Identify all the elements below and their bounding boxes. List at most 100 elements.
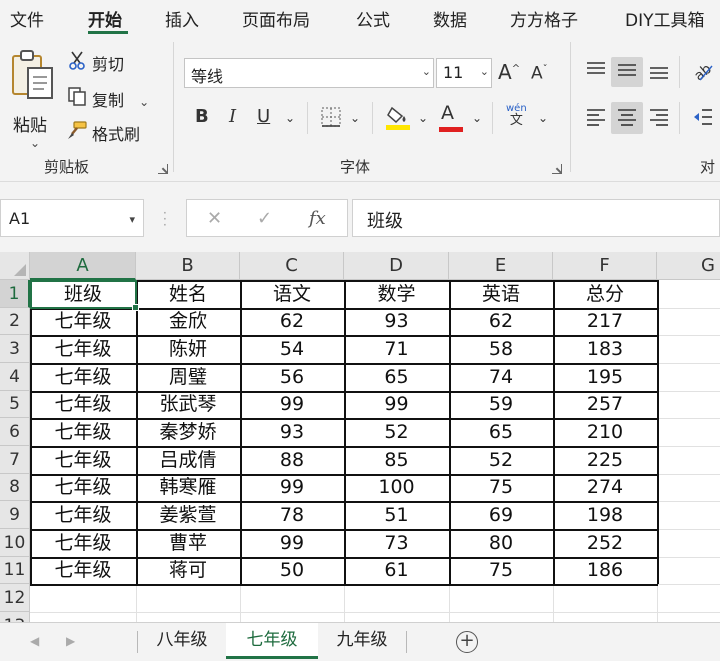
table-cell[interactable]: 198 xyxy=(553,501,657,529)
chevron-down-icon[interactable]: ▾ xyxy=(129,213,135,226)
column-header[interactable]: A xyxy=(30,252,136,280)
orientation-button[interactable]: ab xyxy=(691,60,715,86)
table-cell[interactable]: 183 xyxy=(553,335,657,363)
next-sheet-icon[interactable]: ▶ xyxy=(66,634,75,648)
font-name-select[interactable]: 等线 ⌄ xyxy=(184,58,434,88)
chevron-down-icon[interactable]: ⌄ xyxy=(418,112,428,124)
table-cell[interactable]: 54 xyxy=(240,335,344,363)
chevron-down-icon[interactable]: ⌄ xyxy=(538,112,548,124)
table-cell[interactable]: 257 xyxy=(553,391,657,418)
table-cell[interactable]: 65 xyxy=(344,363,449,391)
chevron-down-icon[interactable]: ⌄ xyxy=(285,112,295,124)
font-color-button[interactable]: A xyxy=(439,104,463,132)
header-cell[interactable]: 英语 xyxy=(449,280,553,308)
chevron-down-icon[interactable]: ⌄ xyxy=(350,112,360,124)
menu-file[interactable]: 文件 xyxy=(10,6,44,31)
table-cell[interactable]: 七年级 xyxy=(30,335,136,363)
table-cell[interactable]: 186 xyxy=(553,557,657,584)
header-cell[interactable]: 数学 xyxy=(344,280,449,308)
row-header[interactable]: 2 xyxy=(0,308,30,335)
cancel-icon[interactable]: ✕ xyxy=(207,208,222,229)
table-cell[interactable]: 七年级 xyxy=(30,363,136,391)
table-cell[interactable]: 七年级 xyxy=(30,446,136,474)
sheet-tab-grade9[interactable]: 九年级 xyxy=(318,623,406,659)
table-cell[interactable]: 62 xyxy=(449,308,553,335)
header-cell[interactable]: 姓名 xyxy=(136,280,240,308)
select-all-button[interactable] xyxy=(0,252,30,280)
menu-diy-toolbox[interactable]: DIY工具箱 xyxy=(625,6,705,31)
table-cell[interactable]: 99 xyxy=(240,529,344,557)
phonetic-guide-button[interactable]: wén 文 xyxy=(506,104,527,128)
table-cell[interactable]: 65 xyxy=(449,418,553,446)
table-cell[interactable]: 74 xyxy=(449,363,553,391)
chevron-down-icon[interactable]: ⌄ xyxy=(139,95,149,109)
table-cell[interactable]: 100 xyxy=(344,474,449,501)
paste-button[interactable]: 粘贴 ⌄ xyxy=(8,48,58,158)
fill-handle[interactable] xyxy=(132,304,139,311)
table-cell[interactable]: 姜紫萱 xyxy=(136,501,240,529)
table-cell[interactable]: 七年级 xyxy=(30,391,136,418)
table-cell[interactable]: 73 xyxy=(344,529,449,557)
table-cell[interactable]: 陈妍 xyxy=(136,335,240,363)
table-cell[interactable]: 张武琴 xyxy=(136,391,240,418)
formula-input[interactable]: 班级 xyxy=(352,199,720,237)
table-cell[interactable]: 217 xyxy=(553,308,657,335)
row-header[interactable]: 13 xyxy=(0,612,30,622)
header-cell[interactable]: 班级 xyxy=(30,280,136,308)
align-left-button[interactable] xyxy=(585,106,607,132)
table-cell[interactable]: 52 xyxy=(449,446,553,474)
prev-sheet-icon[interactable]: ◀ xyxy=(30,634,39,648)
format-painter-button[interactable]: 格式刷 xyxy=(66,120,140,145)
dialog-launcher-icon[interactable] xyxy=(552,164,562,174)
table-cell[interactable]: 195 xyxy=(553,363,657,391)
italic-button[interactable]: I xyxy=(229,108,236,126)
bold-button[interactable]: B xyxy=(195,108,209,126)
row-header[interactable]: 1 xyxy=(0,280,30,308)
table-cell[interactable]: 93 xyxy=(344,308,449,335)
table-cell[interactable]: 71 xyxy=(344,335,449,363)
table-cell[interactable]: 七年级 xyxy=(30,308,136,335)
row-header[interactable]: 12 xyxy=(0,584,30,612)
menu-formulas[interactable]: 公式 xyxy=(356,6,390,31)
row-header[interactable]: 4 xyxy=(0,363,30,391)
table-cell[interactable]: 93 xyxy=(240,418,344,446)
table-cell[interactable]: 七年级 xyxy=(30,501,136,529)
table-cell[interactable]: 61 xyxy=(344,557,449,584)
table-cell[interactable]: 225 xyxy=(553,446,657,474)
table-cell[interactable]: 韩寒雁 xyxy=(136,474,240,501)
table-cell[interactable]: 七年级 xyxy=(30,418,136,446)
row-header[interactable]: 6 xyxy=(0,418,30,446)
table-cell[interactable]: 210 xyxy=(553,418,657,446)
menu-data[interactable]: 数据 xyxy=(433,6,467,31)
table-cell[interactable]: 51 xyxy=(344,501,449,529)
table-cell[interactable]: 75 xyxy=(449,474,553,501)
table-cell[interactable]: 69 xyxy=(449,501,553,529)
menu-insert[interactable]: 插入 xyxy=(165,6,199,31)
underline-button[interactable]: U xyxy=(257,108,270,126)
decrease-font-size-button[interactable]: Aˇ xyxy=(531,65,548,83)
header-cell[interactable]: 语文 xyxy=(240,280,344,308)
table-cell[interactable]: 七年级 xyxy=(30,557,136,584)
row-header[interactable]: 3 xyxy=(0,335,30,363)
menu-fangfang[interactable]: 方方格子 xyxy=(510,6,578,31)
decrease-indent-button[interactable] xyxy=(692,106,714,132)
enter-icon[interactable]: ✓ xyxy=(257,208,272,229)
table-cell[interactable]: 曹苹 xyxy=(136,529,240,557)
column-header[interactable]: E xyxy=(449,252,553,280)
align-right-button[interactable] xyxy=(648,106,670,132)
name-box[interactable]: A1 ▾ xyxy=(0,199,144,237)
row-header[interactable]: 5 xyxy=(0,391,30,418)
table-cell[interactable]: 七年级 xyxy=(30,474,136,501)
table-cell[interactable]: 56 xyxy=(240,363,344,391)
row-header[interactable]: 10 xyxy=(0,529,30,557)
align-top-button[interactable] xyxy=(585,60,607,84)
table-cell[interactable]: 99 xyxy=(344,391,449,418)
table-cell[interactable]: 蒋可 xyxy=(136,557,240,584)
table-cell[interactable]: 秦梦娇 xyxy=(136,418,240,446)
table-cell[interactable]: 85 xyxy=(344,446,449,474)
column-header[interactable]: G xyxy=(657,252,720,280)
header-cell[interactable]: 总分 xyxy=(553,280,657,308)
column-header[interactable]: D xyxy=(344,252,449,280)
column-header[interactable]: F xyxy=(553,252,657,280)
chevron-down-icon[interactable]: ⌄ xyxy=(30,136,40,150)
